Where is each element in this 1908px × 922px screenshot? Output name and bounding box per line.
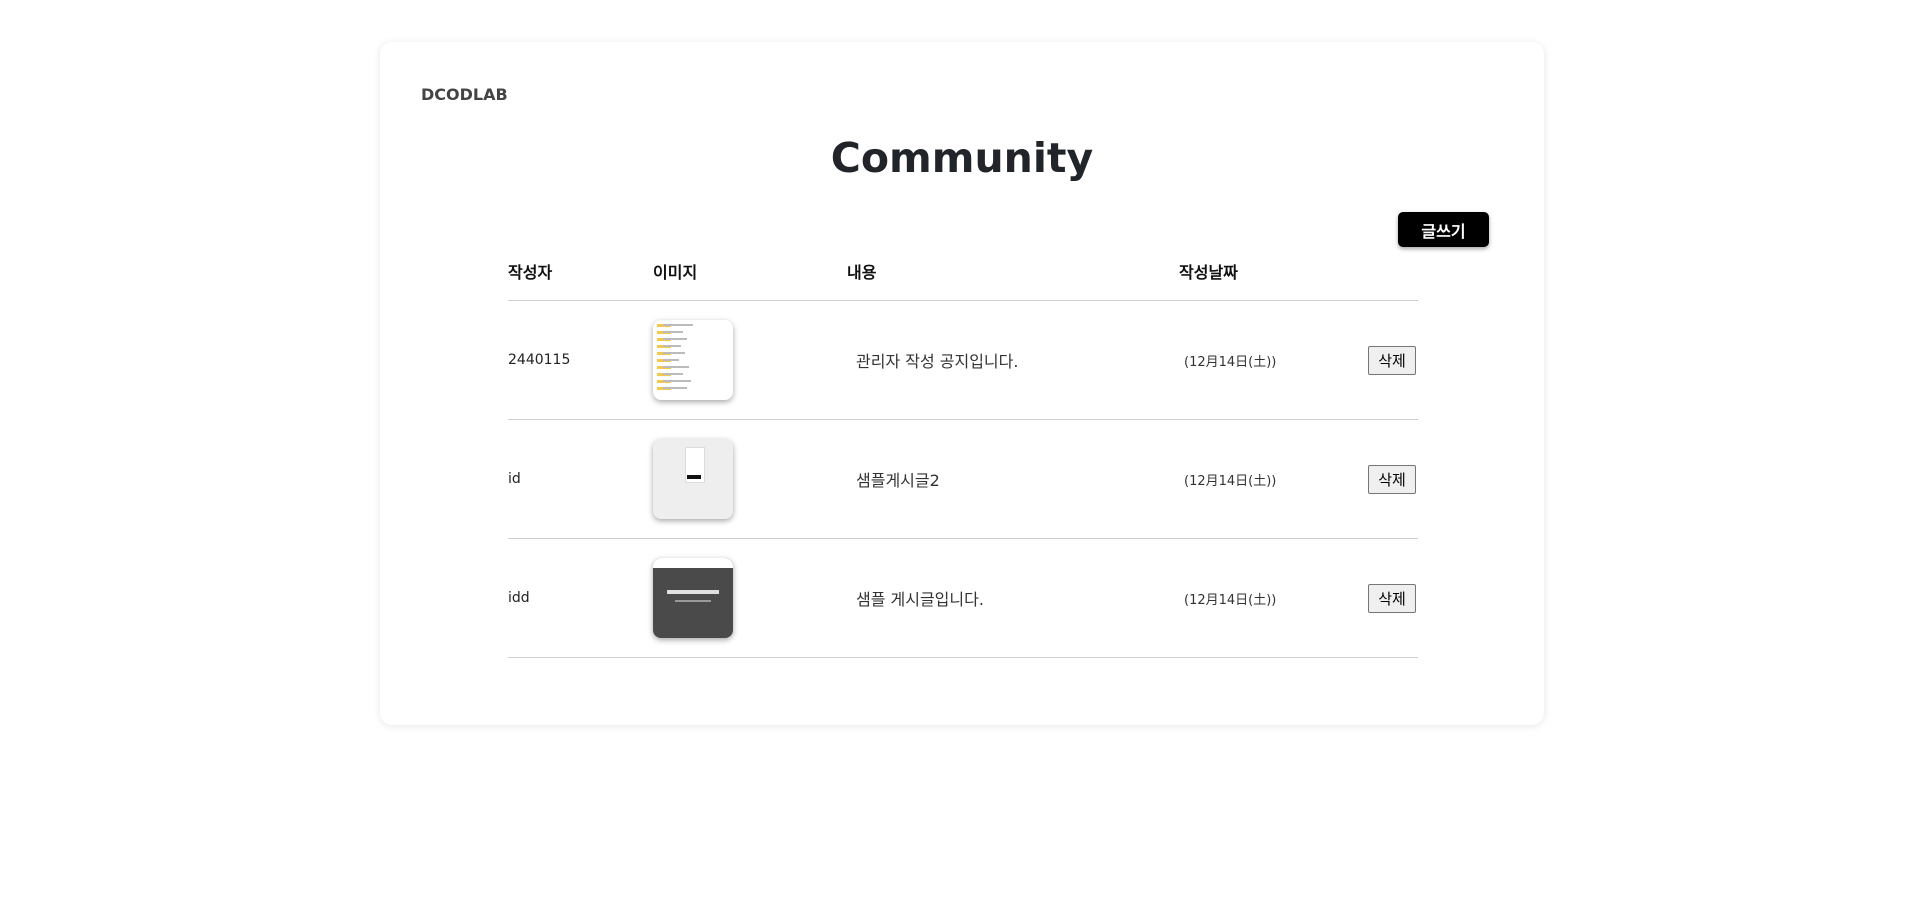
table-row: idd 샘플 게시글입니다. (12月14日(土)) 삭제	[508, 539, 1418, 658]
post-date: (12月14日(土))	[1184, 592, 1277, 608]
post-table: 작성자 이미지 내용 작성날짜 2440115 관리자 작성 공지입니다. (1…	[508, 258, 1418, 658]
column-header-image: 이미지	[653, 263, 698, 282]
post-thumbnail[interactable]	[653, 320, 733, 400]
post-date: (12月14日(土))	[1184, 473, 1277, 489]
post-author: id	[508, 471, 521, 487]
table-row: 2440115 관리자 작성 공지입니다. (12月14日(土)) 삭제	[508, 301, 1418, 420]
post-content[interactable]: 샘플게시글2	[856, 420, 940, 538]
post-content[interactable]: 샘플 게시글입니다.	[856, 539, 984, 657]
column-header-author: 작성자	[508, 263, 553, 282]
post-author: 2440115	[508, 352, 571, 368]
post-thumbnail[interactable]	[653, 558, 733, 638]
table-row: id 샘플게시글2 (12月14日(土)) 삭제	[508, 420, 1418, 539]
delete-button[interactable]: 삭제	[1368, 583, 1416, 613]
table-header: 작성자 이미지 내용 작성날짜	[508, 258, 1418, 301]
brand-logo[interactable]: DCODLAB	[421, 85, 508, 104]
column-header-date: 작성날짜	[1179, 263, 1238, 282]
post-author: idd	[508, 590, 530, 606]
post-thumbnail[interactable]	[653, 439, 733, 519]
delete-button[interactable]: 삭제	[1368, 345, 1416, 375]
write-post-button[interactable]: 글쓰기	[1398, 212, 1489, 247]
post-content[interactable]: 관리자 작성 공지입니다.	[856, 301, 1018, 419]
page-title: Community	[830, 134, 1094, 182]
community-card: DCODLAB Community 글쓰기 작성자 이미지 내용 작성날짜 24…	[380, 42, 1544, 725]
delete-button[interactable]: 삭제	[1368, 464, 1416, 494]
column-header-content: 내용	[847, 263, 877, 282]
post-date: (12月14日(土))	[1184, 354, 1277, 370]
